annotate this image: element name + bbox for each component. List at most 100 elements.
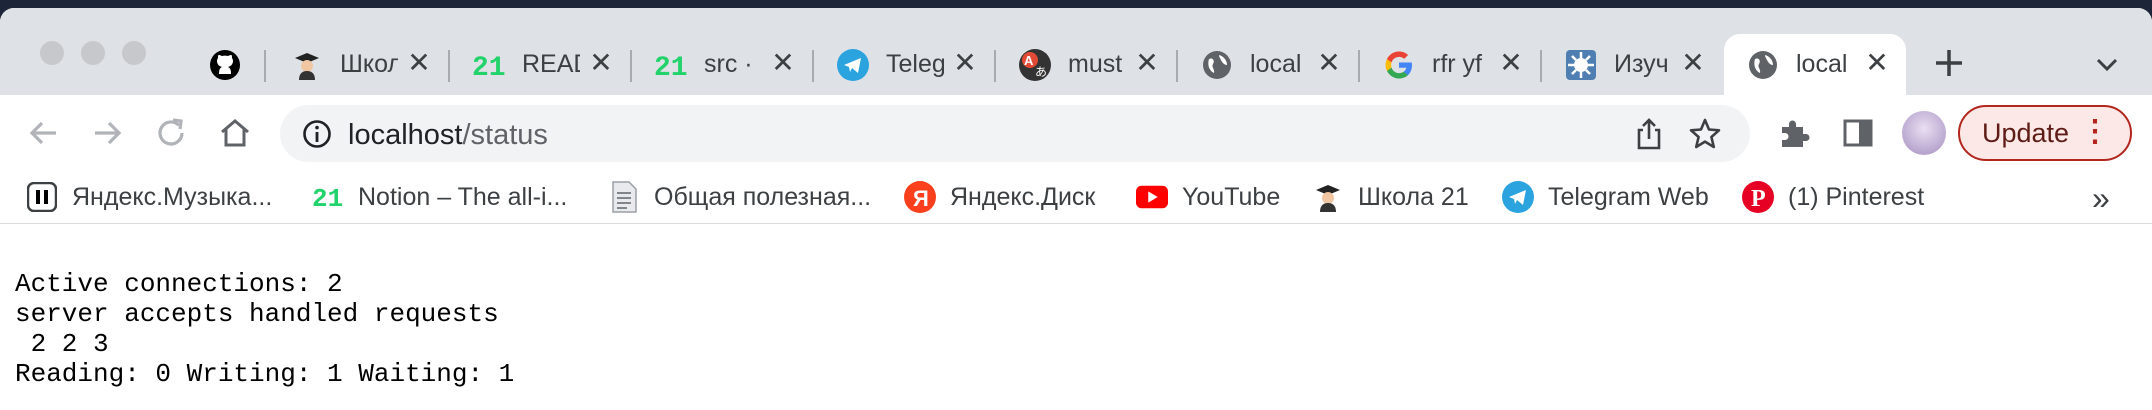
url-host: localhost: [348, 119, 463, 151]
globe-icon: [1746, 48, 1780, 82]
status-line-header: server accepts handled requests: [15, 299, 499, 329]
21-icon: 21: [472, 48, 506, 82]
bookmark-telegram-web[interactable]: Telegram Web: [1502, 179, 1709, 215]
tab-close-icon[interactable]: ✕: [1314, 48, 1344, 78]
tab-localhost[interactable]: local ✕: [1178, 34, 1360, 95]
update-button[interactable]: Update ⋮: [1958, 105, 2132, 161]
tab-close-icon[interactable]: ✕: [1862, 48, 1892, 78]
telegram-icon: [1502, 181, 1534, 213]
tab-close-icon[interactable]: ✕: [1678, 48, 1708, 78]
window-minimize-button[interactable]: [81, 41, 105, 65]
window-close-button[interactable]: [40, 41, 64, 65]
bookmark-school21[interactable]: Школа 21: [1312, 179, 1469, 215]
url-text[interactable]: localhost/status: [348, 119, 548, 152]
status-line-connections: Active connections: 2: [15, 269, 343, 299]
tab-study[interactable]: Изуч ✕: [1542, 34, 1722, 95]
tab-close-icon[interactable]: ✕: [768, 48, 798, 78]
21-icon: 21: [654, 48, 688, 82]
tab-localhost-active[interactable]: local ✕: [1724, 34, 1906, 95]
reload-button[interactable]: [153, 115, 189, 151]
plus-icon: [1936, 50, 1962, 76]
tab-close-icon[interactable]: ✕: [1132, 48, 1162, 78]
home-icon: [221, 119, 249, 147]
tab-title: must: [1068, 50, 1123, 78]
bookmark-star-icon[interactable]: [1688, 117, 1722, 151]
home-button[interactable]: [217, 115, 253, 151]
forward-button[interactable]: [89, 115, 125, 151]
browser-window: Школ ✕ 21 READ ✕ 21 src · ✕: [0, 8, 2152, 410]
tab-school21[interactable]: Школ ✕: [268, 34, 450, 95]
bookmark-label: Школа 21: [1358, 182, 1469, 211]
svg-text:21: 21: [654, 53, 688, 79]
tab-translate[interactable]: Aあ must ✕: [996, 34, 1178, 95]
bookmark-label: (1) Pinterest: [1788, 182, 1925, 211]
tab-separator: [264, 50, 266, 82]
url-path: /status: [462, 119, 548, 151]
tab-title: local: [1250, 50, 1302, 78]
bookmark-label: Общая полезная...: [654, 182, 872, 211]
svg-text:あ: あ: [1035, 65, 1047, 79]
arrow-left-icon: [29, 121, 56, 145]
bookmark-general-useful[interactable]: Общая полезная...: [608, 179, 871, 215]
tab-title: Teleg: [886, 50, 944, 78]
21-icon: 21: [312, 181, 344, 213]
page-content: Active connections: 2 server accepts han…: [0, 225, 2152, 410]
extensions-icon[interactable]: [1776, 115, 1812, 151]
status-line-counts: 2 2 3: [15, 329, 109, 359]
arrow-right-icon: [95, 121, 122, 145]
profile-avatar[interactable]: [1902, 111, 1946, 155]
tab-close-icon[interactable]: ✕: [586, 48, 616, 78]
bookmark-label: Яндекс.Диск: [950, 182, 1096, 211]
tab-google-search[interactable]: rfr yf ✕: [1360, 34, 1542, 95]
tab-src[interactable]: 21 src · ✕: [632, 34, 814, 95]
bookmark-label: Telegram Web: [1548, 182, 1709, 211]
update-label: Update: [1982, 118, 2070, 148]
document-icon: [608, 181, 640, 213]
status-line-rww: Reading: 0 Writing: 1 Waiting: 1: [15, 359, 515, 389]
svg-text:21: 21: [312, 184, 343, 211]
globe-icon: [1200, 48, 1234, 82]
address-bar[interactable]: localhost/status: [280, 105, 1750, 162]
tab-github[interactable]: [186, 34, 276, 95]
virus-icon: [1564, 48, 1598, 82]
tab-readme[interactable]: 21 READ ✕: [450, 34, 632, 95]
tab-strip: Школ ✕ 21 READ ✕ 21 src · ✕: [0, 8, 2152, 95]
bookmark-label: YouTube: [1182, 182, 1281, 211]
youtube-icon: [1136, 181, 1168, 213]
window-zoom-button[interactable]: [122, 41, 146, 65]
yandex-icon: Я: [904, 181, 936, 213]
svg-text:Я: Я: [913, 186, 929, 211]
github-icon: [208, 48, 242, 82]
back-button[interactable]: [26, 115, 62, 151]
bookmark-yandex-music[interactable]: Яндекс.Музыка...: [26, 179, 272, 215]
tab-title: local: [1796, 50, 1848, 78]
chevron-down-icon: [2096, 58, 2118, 72]
tab-close-icon[interactable]: ✕: [950, 48, 980, 78]
bookmark-yandex-disk[interactable]: Я Яндекс.Диск: [904, 179, 1095, 215]
google-icon: [1382, 48, 1416, 82]
share-icon[interactable]: [1632, 117, 1666, 151]
bookmark-label: Яндекс.Музыка...: [72, 182, 273, 211]
new-tab-button[interactable]: [1932, 46, 1966, 84]
more-bookmarks-button[interactable]: »: [2092, 180, 2110, 217]
bookmark-label: Notion – The all-i...: [358, 182, 568, 211]
tab-title: READ: [522, 50, 580, 78]
bookmarks-bar: Яндекс.Музыка... 21 Notion – The all-i..…: [0, 170, 2152, 224]
bookmark-notion[interactable]: 21 Notion – The all-i...: [312, 179, 567, 215]
bookmark-pinterest[interactable]: P (1) Pinterest: [1742, 179, 1924, 215]
info-icon[interactable]: [300, 117, 334, 151]
bookmark-youtube[interactable]: YouTube: [1136, 179, 1280, 215]
tab-title: rfr yf: [1432, 50, 1482, 78]
tab-title: Школ: [340, 50, 398, 78]
school21-icon: [1312, 181, 1344, 213]
telegram-icon: [836, 48, 870, 82]
tab-search-button[interactable]: [2090, 48, 2124, 82]
svg-text:A: A: [1024, 53, 1034, 68]
tab-telegram[interactable]: Teleg ✕: [814, 34, 996, 95]
tab-close-icon[interactable]: ✕: [404, 48, 434, 78]
translate-icon: Aあ: [1018, 48, 1052, 82]
side-panel-icon[interactable]: [1840, 115, 1876, 151]
tab-close-icon[interactable]: ✕: [1496, 48, 1526, 78]
status-output: Active connections: 2 server accepts han…: [15, 269, 2137, 389]
kebab-menu-icon[interactable]: ⋮: [2080, 107, 2110, 157]
